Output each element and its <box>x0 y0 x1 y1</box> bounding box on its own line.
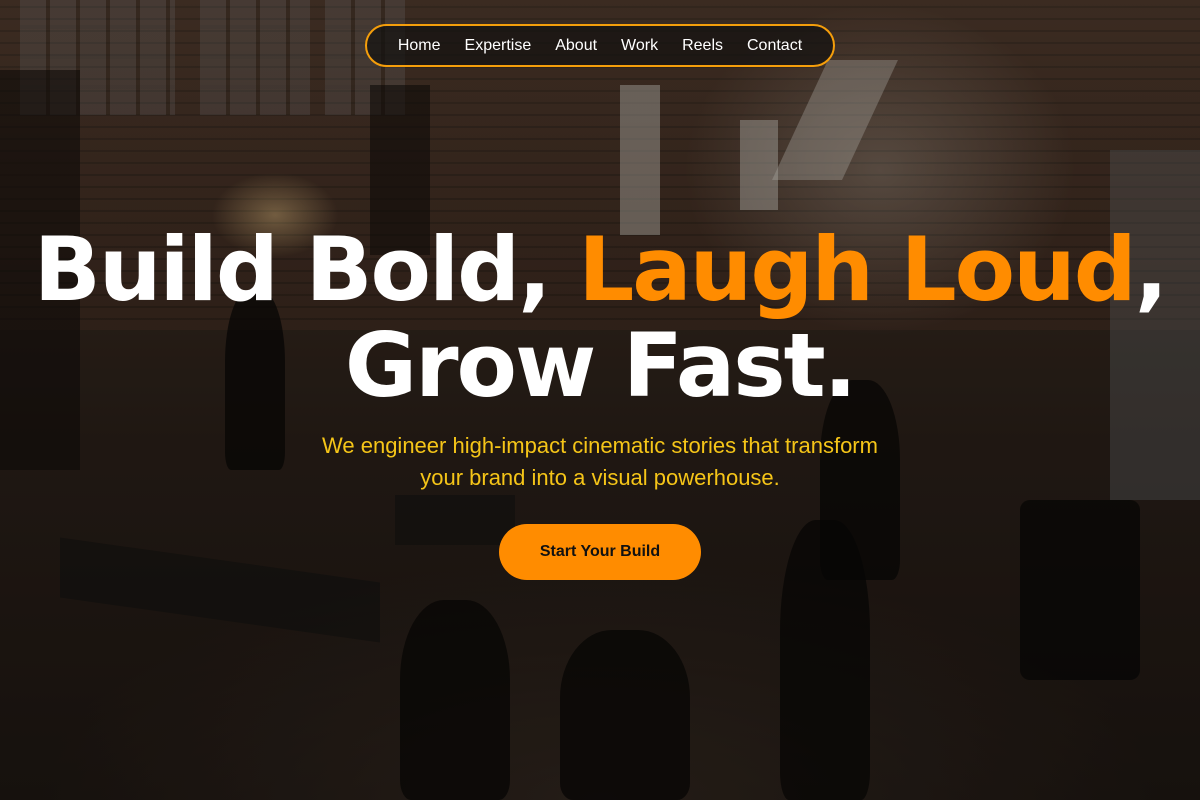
nav-link-home[interactable]: Home <box>398 37 441 55</box>
nav-link-contact[interactable]: Contact <box>747 37 802 55</box>
hero-headline-line-2: Grow Fast. <box>344 314 857 417</box>
nav-link-expertise[interactable]: Expertise <box>465 37 532 55</box>
nav-link-work[interactable]: Work <box>621 37 658 55</box>
headline-comma: , <box>1134 218 1168 321</box>
hero-headline-line-1: Build Bold, Laugh Loud, <box>0 226 1200 314</box>
subtitle-line-2: your brand into a visual powerhouse. <box>420 465 780 490</box>
headline-accent-text: Laugh Loud <box>578 218 1137 321</box>
nav-link-reels[interactable]: Reels <box>682 37 723 55</box>
start-your-build-button[interactable]: Start Your Build <box>499 524 701 580</box>
top-navigation: Home Expertise About Work Reels Contact <box>365 24 835 67</box>
nav-link-about[interactable]: About <box>555 37 597 55</box>
hero-subtitle: We engineer high-impact cinematic storie… <box>250 430 950 494</box>
headline-text: Build Bold, <box>33 218 579 321</box>
subtitle-line-1: We engineer high-impact cinematic storie… <box>322 433 878 458</box>
